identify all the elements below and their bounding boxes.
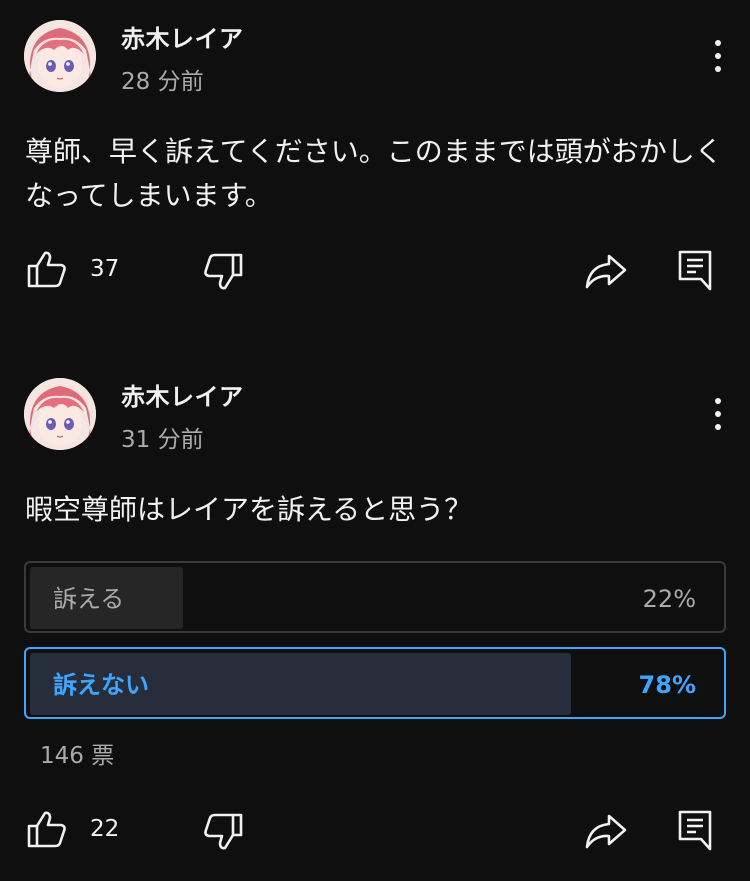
community-post: 赤木レイア 31 分前 暇空尊師はレイアを訴えると思う？ 訴える 22% 訴えな…	[0, 358, 750, 881]
poll-option[interactable]: 訴える 22%	[24, 561, 726, 633]
share-icon[interactable]	[584, 811, 628, 851]
community-post: 赤木レイア 28 分前 尊師、早く訴えてください。このままでは頭がおかしくなって…	[0, 0, 750, 340]
author-name[interactable]: 赤木レイア	[121, 19, 244, 54]
avatar[interactable]	[24, 20, 96, 92]
poll-option-percent: 22%	[642, 585, 696, 613]
share-icon[interactable]	[584, 251, 628, 291]
comment-icon[interactable]	[677, 809, 713, 851]
post-time: 31 分前	[121, 427, 204, 453]
more-vert-icon[interactable]	[704, 36, 732, 76]
thumb-down-icon[interactable]	[202, 252, 244, 292]
vote-count: 146 票	[40, 743, 115, 769]
thumb-up-icon[interactable]	[26, 249, 68, 289]
poll-option-percent: 78%	[638, 671, 696, 699]
more-vert-icon[interactable]	[704, 394, 732, 434]
poll-option-label: 訴えない	[53, 671, 149, 699]
avatar[interactable]	[24, 378, 96, 450]
poll-question: 暇空尊師はレイアを訴えると思う？	[25, 493, 473, 526]
thumb-down-icon[interactable]	[202, 812, 244, 852]
like-count: 37	[90, 256, 120, 282]
comment-icon[interactable]	[677, 249, 713, 291]
poll-option-label: 訴える	[53, 585, 125, 613]
poll-option-selected[interactable]: 訴えない 78%	[24, 647, 726, 719]
author-name[interactable]: 赤木レイア	[121, 377, 244, 412]
thumb-up-icon[interactable]	[26, 809, 68, 849]
post-text: 尊師、早く訴えてください。このままでは頭がおかしくなってしまいます。	[25, 135, 723, 212]
like-count: 22	[90, 816, 120, 842]
post-time: 28 分前	[121, 69, 204, 95]
